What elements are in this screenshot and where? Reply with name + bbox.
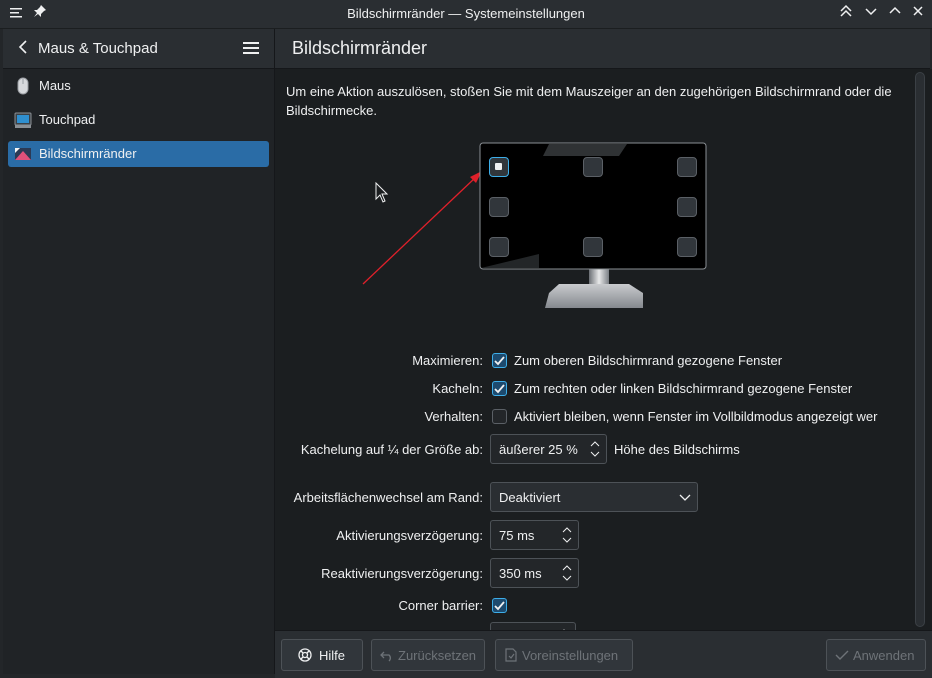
edge-bottom-button[interactable] <box>583 237 603 257</box>
maximize-row: Maximieren: <box>275 348 483 374</box>
page-title: Bildschirmränder <box>292 38 428 58</box>
activation-delay-spinbox[interactable]: 75 ms <box>490 520 579 550</box>
reactivation-delay-row: Reaktivierungsverzögerung: <box>275 561 483 587</box>
sidebar-item-touchpad[interactable]: Touchpad <box>8 107 269 133</box>
selected-indicator <box>495 163 502 170</box>
keep-above-icon[interactable] <box>836 4 856 24</box>
page-header: Bildschirmränder <box>275 29 930 69</box>
spinbox-arrows-icon[interactable] <box>590 439 600 459</box>
page-description: Um eine Aktion auszulösen, stoßen Sie mi… <box>286 84 892 118</box>
sidebar-header: Maus & Touchpad <box>3 29 274 69</box>
sidebar-item-label: Bildschirmränder <box>39 146 137 161</box>
partial-spinbox[interactable] <box>490 622 576 630</box>
edge-top-button[interactable] <box>583 157 603 177</box>
back-icon[interactable] <box>13 39 33 59</box>
sidebar-item-maus[interactable]: Maus <box>8 73 269 99</box>
reactivation-delay-label: Reaktivierungsverzögerung: <box>321 566 483 581</box>
defaults-button-label: Voreinstellungen <box>522 648 619 663</box>
activation-delay-label: Aktivierungsverzögerung: <box>336 528 483 543</box>
checkmark-icon <box>835 648 849 662</box>
edge-bottom-left-button[interactable] <box>489 237 509 257</box>
close-icon[interactable] <box>908 4 928 24</box>
undo-icon <box>380 648 394 662</box>
spinbox-arrows-icon[interactable] <box>562 563 572 583</box>
apply-button[interactable]: Anwenden <box>826 639 926 671</box>
help-button-label: Hilfe <box>319 648 346 663</box>
defaults-button[interactable]: Voreinstellungen <box>495 639 633 671</box>
chevron-down-icon <box>679 491 691 506</box>
document-revert-icon <box>504 648 518 662</box>
quarter-tiling-row: Kachelung auf ¼ der Größe ab: <box>275 437 483 463</box>
scrollbar[interactable] <box>915 72 925 627</box>
edge-left-button[interactable] <box>489 197 509 217</box>
edge-bottom-right-button[interactable] <box>677 237 697 257</box>
activation-delay-value: 75 ms <box>499 528 535 543</box>
footer-bar: Hilfe Zurücksetzen Voreinstellungen Anwe… <box>275 630 932 678</box>
desktop-switch-label: Arbeitsflächenwechsel am Rand: <box>293 490 483 505</box>
corner-barrier-row: Corner barrier: <box>275 593 483 619</box>
behavior-label: Verhalten: <box>424 409 483 424</box>
window-title: Bildschirmränder — Systemeinstellungen <box>347 6 585 21</box>
maximize-label: Maximieren: <box>412 353 483 368</box>
behavior-checkbox-text[interactable]: Aktiviert bleiben, wenn Fenster im Vollb… <box>514 409 877 424</box>
edge-top-left-button[interactable] <box>489 157 509 177</box>
desktop-switch-row: Arbeitsflächenwechsel am Rand: <box>275 485 483 511</box>
sidebar-item-bildschirmraender[interactable]: Bildschirmränder <box>8 141 269 167</box>
edge-top-right-button[interactable] <box>677 157 697 177</box>
help-button[interactable]: Hilfe <box>281 639 363 671</box>
sidebar-item-label: Maus <box>39 78 71 93</box>
tile-checkbox[interactable] <box>492 381 507 396</box>
desktop-switch-combo[interactable]: Deaktiviert <box>490 482 698 512</box>
minimize-icon[interactable] <box>861 4 881 24</box>
quarter-tiling-spinbox[interactable]: äußerer 25 % <box>490 434 607 464</box>
edge-right-button[interactable] <box>677 197 697 217</box>
quarter-tiling-value: äußerer 25 % <box>499 442 578 457</box>
help-icon <box>298 648 312 662</box>
corner-barrier-label: Corner barrier: <box>398 598 483 613</box>
reactivation-delay-spinbox[interactable]: 350 ms <box>490 558 579 588</box>
sidebar-item-label: Touchpad <box>39 112 96 127</box>
tile-label: Kacheln: <box>432 381 483 396</box>
quarter-tiling-label: Kachelung auf ¼ der Größe ab: <box>300 442 483 457</box>
quarter-tiling-suffix: Höhe des Bildschirms <box>614 442 740 457</box>
content-area: Um eine Aktion auszulösen, stoßen Sie mi… <box>275 69 932 630</box>
mouse-icon <box>14 77 32 95</box>
spinbox-arrows-icon[interactable] <box>562 525 572 545</box>
behavior-row: Verhalten: <box>275 404 483 430</box>
tile-row: Kacheln: <box>275 376 483 402</box>
tile-checkbox-text[interactable]: Zum rechten oder linken Bildschirmrand g… <box>514 381 852 396</box>
reactivation-delay-value: 350 ms <box>499 566 542 581</box>
apply-button-label: Anwenden <box>853 648 915 663</box>
annotation-arrow <box>360 167 485 287</box>
maximize-checkbox[interactable] <box>492 353 507 368</box>
reset-button[interactable]: Zurücksetzen <box>371 639 485 671</box>
touchpad-icon <box>14 111 32 129</box>
window-titlebar: Bildschirmränder — Systemeinstellungen <box>0 0 932 29</box>
behavior-checkbox[interactable] <box>492 409 507 424</box>
maximize-checkbox-text[interactable]: Zum oberen Bildschirmrand gezogene Fenst… <box>514 353 782 368</box>
screen-edges-icon <box>14 145 32 163</box>
sidebar: Maus & Touchpad Maus Touchpad Bildschirm… <box>3 29 275 674</box>
desktop-switch-value: Deaktiviert <box>499 490 561 505</box>
sidebar-title: Maus & Touchpad <box>38 40 158 57</box>
corner-barrier-checkbox[interactable] <box>492 598 507 613</box>
hamburger-menu-icon[interactable] <box>241 39 261 59</box>
maximize-icon[interactable] <box>885 4 905 24</box>
reset-button-label: Zurücksetzen <box>398 648 477 663</box>
activation-delay-row: Aktivierungsverzögerung: <box>275 523 483 549</box>
